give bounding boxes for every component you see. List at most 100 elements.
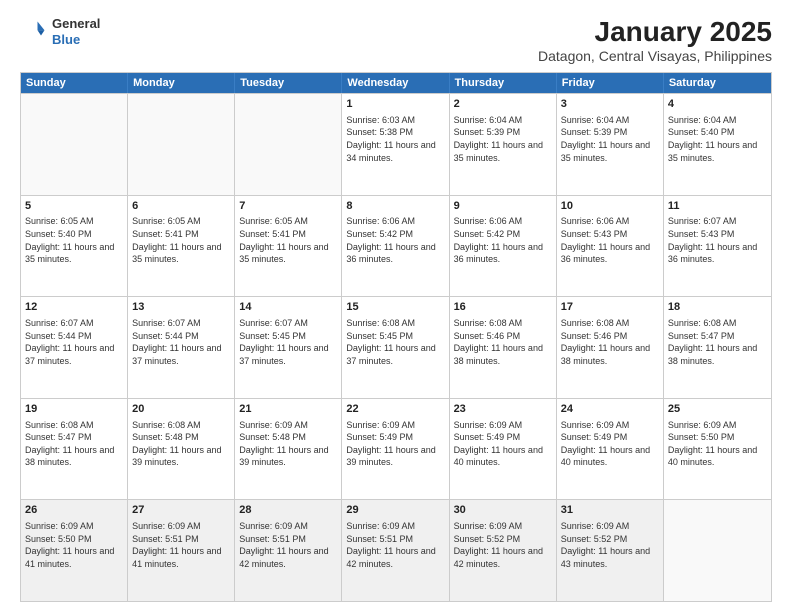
- cell-info: Sunrise: 6:09 AMSunset: 5:51 PMDaylight:…: [239, 520, 337, 570]
- calendar-cell: 18 Sunrise: 6:08 AMSunset: 5:47 PMDayligh…: [664, 297, 771, 398]
- day-number: 9: [454, 199, 552, 214]
- calendar-cell: 6Sunrise: 6:05 AMSunset: 5:41 PMDaylight…: [128, 196, 235, 297]
- weekday-header: Tuesday: [235, 73, 342, 93]
- logo-icon: [20, 18, 48, 46]
- calendar-cell: 12 Sunrise: 6:07 AMSunset: 5:44 PMDayligh…: [21, 297, 128, 398]
- day-number: 20: [132, 402, 230, 417]
- calendar-row: 26 Sunrise: 6:09 AMSunset: 5:50 PMDayligh…: [21, 499, 771, 601]
- calendar-cell: 5Sunrise: 6:05 AMSunset: 5:40 PMDaylight…: [21, 196, 128, 297]
- cell-info: Sunrise: 6:04 AMSunset: 5:40 PMDaylight:…: [668, 114, 767, 164]
- calendar-cell: 25 Sunrise: 6:09 AMSunset: 5:50 PMDayligh…: [664, 399, 771, 500]
- calendar-cell: 14 Sunrise: 6:07 AMSunset: 5:45 PMDayligh…: [235, 297, 342, 398]
- calendar-cell: 16 Sunrise: 6:08 AMSunset: 5:46 PMDayligh…: [450, 297, 557, 398]
- calendar-cell: 8Sunrise: 6:06 AMSunset: 5:42 PMDaylight…: [342, 196, 449, 297]
- calendar-cell: [128, 94, 235, 195]
- calendar-cell: [235, 94, 342, 195]
- weekday-header: Saturday: [664, 73, 771, 93]
- calendar-cell: 27Sunrise: 6:09 AMSunset: 5:51 PMDayligh…: [128, 500, 235, 601]
- calendar-cell: 22Sunrise: 6:09 AMSunset: 5:49 PMDayligh…: [342, 399, 449, 500]
- cell-info: Sunrise: 6:08 AMSunset: 5:48 PMDaylight:…: [132, 419, 230, 469]
- day-number: 14: [239, 300, 337, 315]
- weekday-header: Wednesday: [342, 73, 449, 93]
- weekday-header: Monday: [128, 73, 235, 93]
- day-number: 7: [239, 199, 337, 214]
- calendar-cell: 31 Sunrise: 6:09 AMSunset: 5:52 PMDayligh…: [557, 500, 664, 601]
- calendar-row: 1Sunrise: 6:03 AMSunset: 5:38 PMDaylight…: [21, 93, 771, 195]
- calendar-cell: [21, 94, 128, 195]
- weekday-header: Sunday: [21, 73, 128, 93]
- cell-info: Sunrise: 6:08 AMSunset: 5:46 PMDaylight:…: [454, 317, 552, 367]
- calendar-cell: 10Sunrise: 6:06 AMSunset: 5:43 PMDayligh…: [557, 196, 664, 297]
- calendar-cell: 15 Sunrise: 6:08 AMSunset: 5:45 PMDayligh…: [342, 297, 449, 398]
- calendar-cell: 28Sunrise: 6:09 AMSunset: 5:51 PMDayligh…: [235, 500, 342, 601]
- day-number: 22: [346, 402, 444, 417]
- calendar-cell: 17 Sunrise: 6:08 AMSunset: 5:46 PMDayligh…: [557, 297, 664, 398]
- day-number: 31: [561, 503, 659, 518]
- calendar-cell: 2 Sunrise: 6:04 AMSunset: 5:39 PMDaylight…: [450, 94, 557, 195]
- day-number: 30: [454, 503, 552, 518]
- day-number: 15: [346, 300, 444, 315]
- calendar-body: 1Sunrise: 6:03 AMSunset: 5:38 PMDaylight…: [21, 93, 771, 601]
- logo-blue: Blue: [52, 32, 100, 48]
- calendar-cell: 3 Sunrise: 6:04 AMSunset: 5:39 PMDaylight…: [557, 94, 664, 195]
- cell-info: Sunrise: 6:08 AMSunset: 5:47 PMDaylight:…: [25, 419, 123, 469]
- cell-info: Sunrise: 6:07 AMSunset: 5:45 PMDaylight:…: [239, 317, 337, 367]
- calendar-row: 12 Sunrise: 6:07 AMSunset: 5:44 PMDayligh…: [21, 296, 771, 398]
- day-number: 8: [346, 199, 444, 214]
- day-number: 12: [25, 300, 123, 315]
- calendar-cell: 29 Sunrise: 6:09 AMSunset: 5:51 PMDayligh…: [342, 500, 449, 601]
- cell-info: Sunrise: 6:05 AMSunset: 5:41 PMDaylight:…: [132, 215, 230, 265]
- cell-info: Sunrise: 6:04 AMSunset: 5:39 PMDaylight:…: [561, 114, 659, 164]
- day-number: 17: [561, 300, 659, 315]
- cell-info: Sunrise: 6:06 AMSunset: 5:43 PMDaylight:…: [561, 215, 659, 265]
- day-number: 5: [25, 199, 123, 214]
- cell-info: Sunrise: 6:06 AMSunset: 5:42 PMDaylight:…: [454, 215, 552, 265]
- calendar-header: SundayMondayTuesdayWednesdayThursdayFrid…: [21, 73, 771, 93]
- day-number: 19: [25, 402, 123, 417]
- day-number: 11: [668, 199, 767, 214]
- day-number: 24: [561, 402, 659, 417]
- day-number: 27: [132, 503, 230, 518]
- day-number: 29: [346, 503, 444, 518]
- calendar-cell: [664, 500, 771, 601]
- cell-info: Sunrise: 6:09 AMSunset: 5:52 PMDaylight:…: [561, 520, 659, 570]
- calendar-cell: 13 Sunrise: 6:07 AMSunset: 5:44 PMDayligh…: [128, 297, 235, 398]
- calendar-cell: 7Sunrise: 6:05 AMSunset: 5:41 PMDaylight…: [235, 196, 342, 297]
- cell-info: Sunrise: 6:08 AMSunset: 5:46 PMDaylight:…: [561, 317, 659, 367]
- calendar-cell: 24 Sunrise: 6:09 AMSunset: 5:49 PMDayligh…: [557, 399, 664, 500]
- cell-info: Sunrise: 6:09 AMSunset: 5:49 PMDaylight:…: [561, 419, 659, 469]
- day-number: 1: [346, 97, 444, 112]
- day-number: 18: [668, 300, 767, 315]
- day-number: 16: [454, 300, 552, 315]
- cell-info: Sunrise: 6:08 AMSunset: 5:45 PMDaylight:…: [346, 317, 444, 367]
- day-number: 25: [668, 402, 767, 417]
- day-number: 13: [132, 300, 230, 315]
- title-month: January 2025: [538, 16, 772, 48]
- logo: General Blue: [20, 16, 100, 47]
- cell-info: Sunrise: 6:09 AMSunset: 5:51 PMDaylight:…: [346, 520, 444, 570]
- cell-info: Sunrise: 6:06 AMSunset: 5:42 PMDaylight:…: [346, 215, 444, 265]
- page: General Blue January 2025 Datagon, Centr…: [0, 0, 792, 612]
- logo-general: General: [52, 16, 100, 32]
- cell-info: Sunrise: 6:05 AMSunset: 5:40 PMDaylight:…: [25, 215, 123, 265]
- day-number: 4: [668, 97, 767, 112]
- day-number: 2: [454, 97, 552, 112]
- cell-info: Sunrise: 6:08 AMSunset: 5:47 PMDaylight:…: [668, 317, 767, 367]
- calendar-cell: 11Sunrise: 6:07 AMSunset: 5:43 PMDayligh…: [664, 196, 771, 297]
- calendar-cell: 19 Sunrise: 6:08 AMSunset: 5:47 PMDayligh…: [21, 399, 128, 500]
- calendar-cell: 4 Sunrise: 6:04 AMSunset: 5:40 PMDaylight…: [664, 94, 771, 195]
- day-number: 26: [25, 503, 123, 518]
- logo-text: General Blue: [52, 16, 100, 47]
- cell-info: Sunrise: 6:09 AMSunset: 5:50 PMDaylight:…: [668, 419, 767, 469]
- cell-info: Sunrise: 6:04 AMSunset: 5:39 PMDaylight:…: [454, 114, 552, 164]
- calendar-cell: 20 Sunrise: 6:08 AMSunset: 5:48 PMDayligh…: [128, 399, 235, 500]
- cell-info: Sunrise: 6:07 AMSunset: 5:44 PMDaylight:…: [25, 317, 123, 367]
- day-number: 3: [561, 97, 659, 112]
- cell-info: Sunrise: 6:07 AMSunset: 5:43 PMDaylight:…: [668, 215, 767, 265]
- cell-info: Sunrise: 6:09 AMSunset: 5:50 PMDaylight:…: [25, 520, 123, 570]
- cell-info: Sunrise: 6:07 AMSunset: 5:44 PMDaylight:…: [132, 317, 230, 367]
- calendar-cell: 30Sunrise: 6:09 AMSunset: 5:52 PMDayligh…: [450, 500, 557, 601]
- day-number: 6: [132, 199, 230, 214]
- day-number: 23: [454, 402, 552, 417]
- calendar-row: 5Sunrise: 6:05 AMSunset: 5:40 PMDaylight…: [21, 195, 771, 297]
